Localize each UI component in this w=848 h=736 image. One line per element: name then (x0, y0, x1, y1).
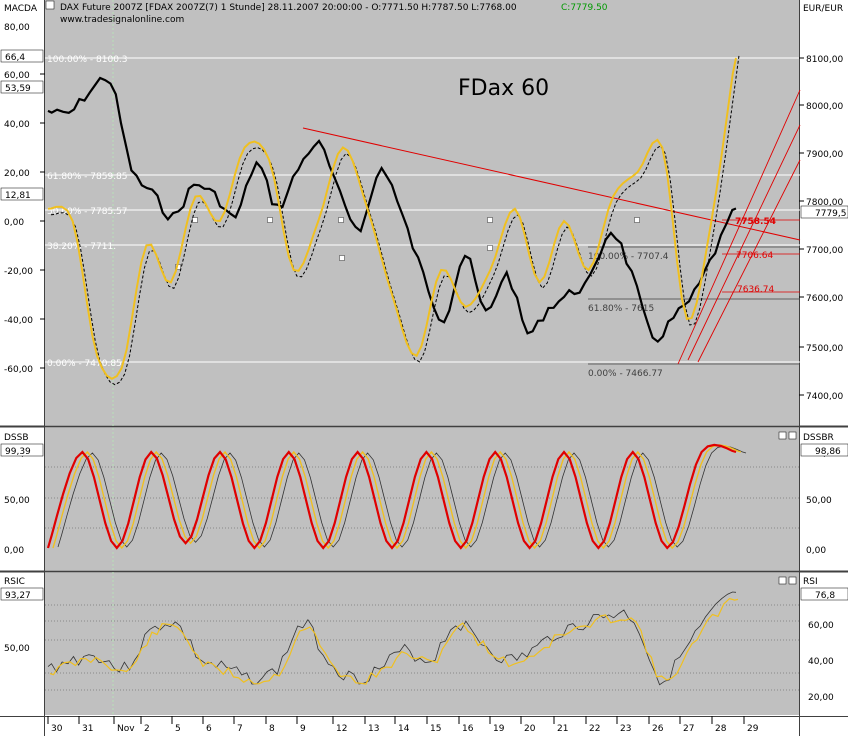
dssb-value-label: 99,39 (5, 447, 31, 457)
fib-level-label: 38.20% - 7711. (47, 242, 116, 252)
x-axis-label: 21 (557, 724, 568, 734)
x-axis-label: 6 (206, 724, 212, 734)
x-axis-label: Nov (117, 724, 135, 734)
x-axis-label: 20 (524, 724, 536, 734)
price-tick-label: 7700,00 (806, 246, 843, 256)
macd-tick-label: -40,00 (4, 316, 33, 326)
fib-marker (487, 217, 493, 223)
fib-right-label: 0.00% - 7466.77 (588, 369, 663, 379)
x-axis-label: 28 (715, 724, 727, 734)
header-close: C:7779.50 (561, 3, 608, 13)
dssb-label: DSSB (4, 433, 29, 443)
x-axis-label: 14 (398, 724, 410, 734)
rsic-tick-label: 50,00 (4, 644, 30, 654)
dssbr-tick-label: 0,00 (806, 546, 826, 556)
price-label: 7758.54 (735, 217, 776, 227)
fib-marker (192, 217, 198, 223)
rsi-panel (45, 573, 799, 715)
x-axis-label: 26 (652, 724, 664, 734)
fib-marker (267, 217, 273, 223)
header-website: www.tradesignalonline.com (60, 15, 184, 25)
x-axis-label: 5 (175, 724, 181, 734)
macd-panel (45, 0, 799, 425)
rsi-label: RSI (803, 577, 818, 587)
chart-canvas: DAX Future 2007Z [FDAX 2007Z(7) 1 Stunde… (0, 0, 848, 736)
macd-tick-label: -60,00 (4, 365, 33, 375)
price-label: 7636.74 (737, 285, 774, 295)
macd-tick-label: -20,00 (4, 267, 33, 277)
macd-tick-label: 60,00 (4, 71, 30, 81)
left-value-label: 66,4 (5, 53, 25, 63)
x-axis-label: 30 (51, 724, 63, 734)
rsic-value-label: 93,27 (5, 591, 31, 601)
price-tick-label: 8000,00 (806, 102, 843, 112)
fib-level-label: 61.80% - 7859.85 (47, 172, 128, 182)
dssbr-value-label: 98,86 (815, 447, 841, 457)
x-axis-label: 29 (747, 724, 759, 734)
header-title: DAX Future 2007Z [FDAX 2007Z(7) 1 Stunde… (60, 3, 517, 13)
x-axis-label: 9 (300, 724, 306, 734)
x-axis-label: 16 (462, 724, 474, 734)
dssbr-tick-label: 50,00 (806, 496, 832, 506)
left-value-label: 12,81 (5, 191, 31, 201)
macd-tick-label: 80,00 (4, 23, 30, 33)
x-axis-label: 22 (589, 724, 600, 734)
rsi-value-label: 76,8 (815, 591, 835, 601)
macd-tick-label: 20,00 (4, 169, 30, 179)
fib-marker (339, 255, 345, 261)
chart-watermark: FDax 60 (458, 76, 549, 101)
x-axis-label: 19 (493, 724, 505, 734)
price-value-label: 7779,5 (815, 209, 847, 219)
x-axis-label: 27 (683, 724, 694, 734)
eur-label: EUR/EUR (803, 4, 843, 14)
dssb-tick-label: 50,00 (4, 496, 30, 506)
price-tick-label: 7500,00 (806, 344, 843, 354)
fib-marker (338, 217, 344, 223)
x-axis-label: 15 (430, 724, 441, 734)
price-tick-label: 7600,00 (806, 294, 843, 304)
dssbr-label: DSSBR (803, 433, 834, 443)
x-axis-label: 8 (269, 724, 275, 734)
fib-level-label: 100.00% - 8100.3 (47, 55, 128, 65)
rsi-tick-label: 20,00 (808, 693, 834, 703)
x-axis-label: 2 (144, 724, 150, 734)
fib-marker (487, 245, 493, 251)
price-tick-label: 7900,00 (806, 150, 843, 160)
price-label: 7706.64 (736, 251, 773, 261)
x-axis-label: 12 (336, 724, 347, 734)
dssb-tick-label: 0,00 (4, 546, 24, 556)
macd-label: MACDA (4, 4, 38, 14)
rsi-tick-label: 40,00 (808, 657, 834, 667)
x-axis-label: 7 (237, 724, 243, 734)
fib-marker (634, 217, 640, 223)
left-value-label: 53,59 (5, 84, 31, 94)
price-tick-label: 8100,00 (806, 55, 843, 65)
x-axis-label: 23 (620, 724, 631, 734)
x-axis-label: 31 (82, 724, 93, 734)
macd-tick-label: 40,00 (4, 120, 30, 130)
rsic-label: RSIC (4, 577, 25, 587)
fib-level-label: 0.00% - 7470.85 (47, 359, 122, 369)
rsi-tick-label: 60,00 (808, 621, 834, 631)
fib-level-label: 50.00% - 7785.57 (47, 207, 128, 217)
price-tick-label: 7400,00 (806, 392, 843, 402)
macd-tick-label: 0,00 (4, 218, 24, 228)
x-axis-label: 13 (368, 724, 379, 734)
